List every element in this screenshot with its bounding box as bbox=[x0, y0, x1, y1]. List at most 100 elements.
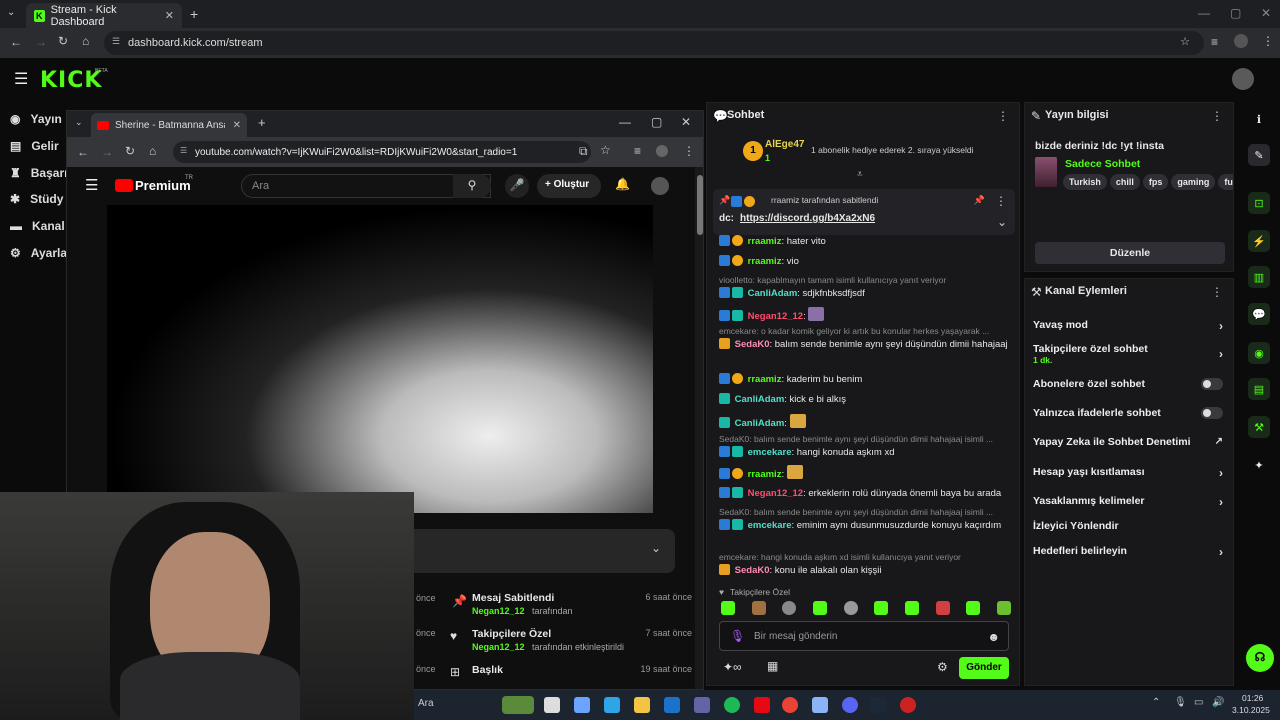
toggle-switch[interactable] bbox=[1201, 378, 1223, 390]
chat-message[interactable]: Negan12_12: erkeklerin rolü dünyada önem… bbox=[719, 487, 1011, 500]
tag[interactable]: fps bbox=[1142, 174, 1169, 190]
outlook-icon[interactable] bbox=[664, 697, 680, 713]
chat-message[interactable]: vioolletto: kapablmayın tamam isimli kul… bbox=[719, 274, 1011, 300]
tag[interactable]: gaming bbox=[1171, 174, 1216, 190]
chat-message[interactable]: emcekare: hangi konuda aşkım xd isimli k… bbox=[719, 551, 1011, 577]
store-icon[interactable]: ▦ bbox=[767, 659, 778, 673]
back-icon[interactable]: ← bbox=[10, 35, 22, 49]
chat-username[interactable]: rraamiz bbox=[748, 374, 782, 385]
file-explorer-icon[interactable] bbox=[634, 697, 650, 713]
nav-yayin[interactable]: ◉ Yayın bbox=[10, 112, 62, 126]
reading-list-icon[interactable]: ≡ bbox=[1211, 35, 1218, 49]
reload-icon[interactable]: ↻ bbox=[58, 34, 68, 48]
clock-date[interactable]: 3.10.2025 bbox=[1232, 705, 1270, 715]
site-info-icon[interactable]: ☰ bbox=[112, 36, 120, 47]
wrench-icon[interactable]: ⚒ bbox=[1248, 416, 1270, 438]
forward-icon[interactable]: → bbox=[101, 145, 113, 159]
home-icon[interactable]: ⌂ bbox=[82, 34, 89, 48]
reading-list-icon[interactable]: ≡ bbox=[634, 144, 641, 158]
category-name[interactable]: Sadece Sohbet bbox=[1065, 158, 1140, 170]
hamburger-menu-icon[interactable]: ☰ bbox=[14, 69, 28, 89]
new-tab-icon[interactable]: + bbox=[258, 115, 266, 130]
reload-icon[interactable]: ↻ bbox=[125, 144, 135, 158]
minimize-icon[interactable]: — bbox=[1198, 6, 1210, 20]
clock-time[interactable]: 01:26 bbox=[1242, 693, 1263, 703]
chevron-down-icon[interactable]: ⌄ bbox=[997, 215, 1007, 229]
broadcast-icon[interactable]: ◉ bbox=[1248, 342, 1270, 364]
spotify-icon[interactable] bbox=[724, 697, 740, 713]
action-emote-only[interactable]: Yalnızca ifadelerle sohbet bbox=[1033, 407, 1229, 419]
emote-icon[interactable] bbox=[843, 601, 858, 615]
chat-message[interactable]: CanliAdam: bbox=[719, 414, 1011, 430]
notifications-bell-icon[interactable]: 🔔 bbox=[615, 177, 630, 191]
chat-menu-icon[interactable]: ⋮ bbox=[997, 109, 1009, 123]
info-menu-icon[interactable]: ⋮ bbox=[1211, 109, 1223, 123]
yt-avatar[interactable] bbox=[651, 177, 669, 195]
copilot-icon[interactable] bbox=[574, 697, 590, 713]
clip-icon[interactable]: ⊡ bbox=[1248, 192, 1270, 214]
minimize-icon[interactable]: — bbox=[619, 115, 631, 129]
profile-avatar[interactable] bbox=[656, 145, 668, 157]
chat-message[interactable]: rraamiz: bbox=[719, 465, 1011, 481]
yt-url-bar[interactable]: ☰ youtube.com/watch?v=IjKWuiFi2W0&list=R… bbox=[173, 141, 591, 163]
nav-gelir[interactable]: ▤ Gelir bbox=[10, 139, 59, 153]
send-button[interactable]: Gönder bbox=[959, 657, 1009, 679]
tag[interactable]: fu bbox=[1218, 174, 1233, 190]
microphone-icon[interactable]: 🎤 bbox=[505, 174, 529, 198]
points-icon[interactable]: ✦∞ bbox=[723, 660, 742, 674]
actions-menu-icon[interactable]: ⋮ bbox=[1211, 285, 1223, 299]
tab-list-icon[interactable]: ⌄ bbox=[75, 117, 83, 128]
collapse-icon[interactable]: ⩡ bbox=[857, 169, 863, 180]
emote-icon[interactable] bbox=[904, 601, 919, 615]
chat-username[interactable]: Negan12_12 bbox=[748, 311, 803, 322]
hamburger-menu-icon[interactable]: ☰ bbox=[85, 176, 98, 194]
action-subscribers-only[interactable]: Abonelere özel sohbet bbox=[1033, 378, 1229, 390]
maximize-icon[interactable]: ▢ bbox=[651, 115, 662, 129]
chat-username[interactable]: CanliAdam bbox=[735, 418, 785, 429]
pinned-link[interactable]: https://discord.gg/b4Xa2xN6 bbox=[740, 213, 875, 224]
chrome-icon[interactable] bbox=[782, 697, 798, 713]
close-tab-icon[interactable]: ✕ bbox=[233, 120, 241, 131]
teams-icon[interactable] bbox=[694, 697, 710, 713]
user-avatar[interactable] bbox=[1232, 68, 1254, 90]
info-icon[interactable]: ℹ bbox=[1248, 108, 1270, 130]
action-goals[interactable]: Hedefleri belirleyin › bbox=[1033, 545, 1229, 559]
action-raid[interactable]: İzleyici Yönlendir bbox=[1033, 520, 1229, 532]
edge-icon[interactable] bbox=[604, 697, 620, 713]
chat-username[interactable]: SedaK0 bbox=[735, 339, 770, 350]
points-icon[interactable]: ✦ bbox=[1248, 454, 1270, 476]
category-thumbnail[interactable] bbox=[1035, 157, 1057, 187]
scroll-thumb[interactable] bbox=[697, 175, 703, 235]
chat-username[interactable]: emcekare bbox=[748, 520, 792, 531]
sub-event-user[interactable]: AlEge47 bbox=[765, 139, 804, 150]
tag[interactable]: Turkish bbox=[1063, 174, 1107, 190]
emote-icon[interactable] bbox=[966, 601, 981, 615]
tray-overflow-icon[interactable]: ⌃ bbox=[1152, 697, 1160, 708]
chat-username[interactable]: CanliAdam bbox=[748, 288, 798, 299]
nav-kanal[interactable]: ▬ Kanal bbox=[10, 219, 65, 233]
chat-settings-icon[interactable]: ⚙ bbox=[937, 660, 948, 674]
search-icon[interactable]: ⚲ bbox=[453, 174, 491, 198]
kick-logo[interactable]: KICK bbox=[40, 68, 102, 93]
steam-icon[interactable] bbox=[870, 697, 886, 713]
nav-basari[interactable]: ♜ Başarı bbox=[10, 166, 67, 180]
chat-input[interactable]: 🎙 Bir mesaj gönderin ☻ bbox=[719, 621, 1009, 651]
yt-browser-tab[interactable]: Sherine - Batmanna Ansak | شيرين ✕ bbox=[91, 113, 247, 137]
nav-studyo[interactable]: ✱ Stüdy bbox=[10, 192, 63, 206]
close-window-icon[interactable]: ✕ bbox=[681, 115, 691, 129]
obs-icon[interactable] bbox=[900, 697, 916, 713]
unpin-icon[interactable]: 📌 bbox=[974, 195, 985, 206]
forward-icon[interactable]: → bbox=[35, 35, 47, 49]
chat-message[interactable]: CanliAdam: kick e bi alkış bbox=[719, 393, 1011, 406]
nav-ayarlar[interactable]: ⚙ Ayarla bbox=[10, 246, 67, 260]
document-icon[interactable]: ▥ bbox=[1248, 266, 1270, 288]
microphone-icon[interactable]: 🎙 bbox=[730, 629, 745, 643]
network-icon[interactable]: ▭ bbox=[1194, 697, 1203, 708]
bookmark-star-icon[interactable]: ☆ bbox=[600, 143, 611, 157]
discord-icon[interactable] bbox=[842, 697, 858, 713]
youtube-logo-icon[interactable] bbox=[115, 179, 133, 192]
action-followers-only[interactable]: Takipçilere özel sohbet › 1 dk. bbox=[1033, 343, 1229, 365]
yt-brand[interactable]: Premium bbox=[135, 178, 191, 193]
back-icon[interactable]: ← bbox=[77, 145, 89, 159]
action-banned-words[interactable]: Yasaklanmış kelimeler › bbox=[1033, 495, 1229, 509]
